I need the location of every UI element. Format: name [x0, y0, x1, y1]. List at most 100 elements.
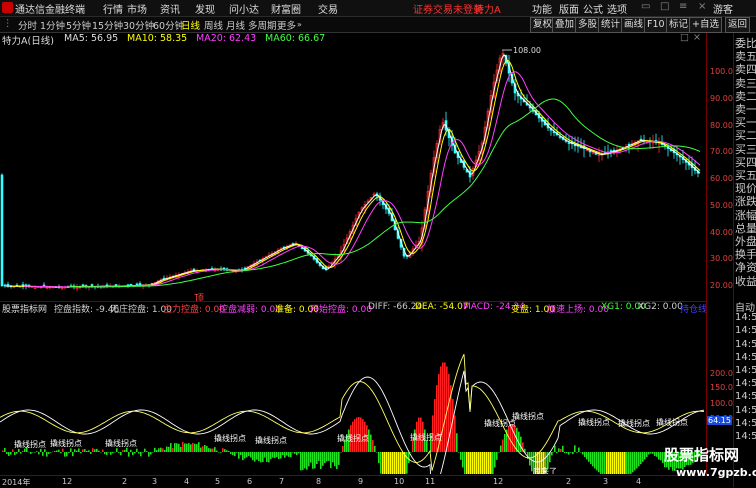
- btn-huaxian[interactable]: 画线: [621, 17, 647, 33]
- btn-tongji[interactable]: 统计: [598, 17, 624, 33]
- date-tick: 11: [425, 477, 436, 486]
- menu-caifuquan[interactable]: 财富圈: [271, 1, 301, 16]
- date-tick: 10: [394, 477, 405, 486]
- side-panel-item: 14:5: [735, 338, 756, 350]
- period-30min[interactable]: 30分钟: [123, 18, 154, 32]
- date-axis: 2014年 12 2 3 4 5 6 7 8 9 10 11 12 2 3 4: [0, 475, 706, 488]
- indicator-chart[interactable]: 撬线拐点 撬线拐点 撬线拐点撬线拐点 撬线拐点 撬线拐点 撬线拐点撬线拐点撬线拐点撬线拐点…: [0, 314, 706, 474]
- close-icon[interactable]: ×: [698, 1, 706, 12]
- side-panel-item: 14:5: [735, 365, 756, 376]
- more-arrow-icon[interactable]: »: [297, 20, 302, 29]
- btn-duogu[interactable]: 多股: [575, 17, 601, 33]
- app-logo-icon: [2, 2, 13, 13]
- price-tick: 50.00: [710, 201, 733, 210]
- signal-label: 撬线拐点: [14, 439, 46, 449]
- period-60min[interactable]: 60分钟: [153, 18, 184, 32]
- signal-label: 撬线拐点: [255, 435, 287, 445]
- date-tick: 6: [247, 477, 253, 486]
- date-tick: 12: [493, 477, 504, 486]
- signal-label: 撬线拐点: [337, 433, 369, 443]
- menu-wenxiaoda[interactable]: 问小达: [229, 1, 259, 16]
- date-tick: 12: [62, 477, 73, 486]
- date-tick: 3: [152, 477, 158, 486]
- candlestick-chart[interactable]: 108.00 顶: [0, 45, 706, 301]
- indicator-item-7: DEA: -54.07: [415, 302, 469, 312]
- signal-label: 撬线拐点: [656, 417, 688, 427]
- signal-label: 撬线拐点: [618, 418, 650, 428]
- price-tick: 20.00: [710, 281, 733, 290]
- signal-label: 底来了: [533, 466, 557, 474]
- menu-xuanxiang[interactable]: 选项: [607, 1, 627, 16]
- menu-gongneng[interactable]: 功能: [532, 1, 552, 16]
- toolbar-handle-icon: ⋮: [3, 18, 13, 29]
- price-tick: 60.00: [710, 174, 733, 183]
- stock-name: 特力A: [474, 5, 501, 16]
- peak-price-label: 108.00: [513, 46, 541, 55]
- btn-back[interactable]: 返回: [725, 17, 751, 33]
- date-tick: 4: [636, 477, 642, 486]
- panel-close-icon[interactable]: ×: [693, 32, 701, 43]
- signal-label: 撬线拐点: [214, 433, 246, 443]
- period-more[interactable]: 更多: [277, 18, 296, 32]
- price-tick: 30.00: [710, 254, 733, 263]
- indicator-tick: 200.0: [710, 369, 733, 378]
- indicator-item-12: XG2: 0.00: [638, 302, 683, 312]
- minimize-icon[interactable]: ▭: [641, 1, 650, 12]
- side-panel-item: 14:5: [735, 325, 756, 337]
- app-name: 通达信金融终端: [15, 5, 85, 16]
- menu-jiaoyi[interactable]: 交易: [318, 1, 338, 16]
- menu-shichang[interactable]: 市场: [127, 1, 147, 16]
- signal-label: 撬线拐点: [410, 432, 442, 442]
- side-panel-item: 14:5: [735, 431, 756, 442]
- date-tick: 2: [566, 477, 572, 486]
- menu-hangqing[interactable]: 行情: [103, 1, 123, 16]
- period-1min[interactable]: 1分钟: [40, 18, 65, 32]
- ma-info-bar: 特力A(日线) MA5: 56.95 MA10: 58.35 MA20: 62.…: [0, 32, 706, 47]
- period-daily[interactable]: 日线: [181, 18, 200, 32]
- period-multi[interactable]: 多周期: [248, 18, 277, 32]
- menu-icon[interactable]: ≡: [679, 1, 687, 12]
- ma5-value: MA5: 56.95: [64, 33, 119, 44]
- period-5min[interactable]: 5分钟: [66, 18, 91, 32]
- side-panel-item: 14:5: [735, 417, 756, 429]
- signal-label: 撬线拐点: [512, 411, 544, 421]
- quote-side-panel: 委比 卖五 卖四 卖三 卖二 卖一 买一 买二 买三 买四 买五 现价 涨跌 涨幅 总量 外盘 换手 净资 收益 自动…: [733, 33, 756, 487]
- signal-label: 撬线拐点: [50, 438, 82, 448]
- menu-gongshi[interactable]: 公式: [583, 1, 603, 16]
- price-tick: 100.0: [710, 67, 733, 76]
- btn-diejia[interactable]: 叠加: [552, 17, 578, 33]
- period-monthly[interactable]: 月线: [226, 18, 245, 32]
- guest-label[interactable]: 游客: [713, 1, 733, 16]
- btn-f10[interactable]: F10: [644, 17, 668, 33]
- title-bar: 通达信金融终端 行情 市场 资讯 发现 问小达 财富圈 交易 证券交易未登录 特…: [0, 0, 756, 17]
- date-tick: 4: [184, 477, 190, 486]
- menu-faxian[interactable]: 发现: [195, 1, 215, 16]
- panel-restore-icon[interactable]: □: [680, 32, 689, 43]
- date-tick: 2014年: [2, 478, 31, 487]
- period-15min[interactable]: 15分钟: [92, 18, 123, 32]
- price-tick: 80.00: [710, 121, 733, 130]
- price-tick: 40.00: [710, 228, 733, 237]
- indicator-tick: 150.0: [710, 383, 733, 392]
- side-panel-item: 收益: [735, 274, 756, 288]
- btn-biaoji[interactable]: 标记: [666, 17, 692, 33]
- period-fenshi[interactable]: 分时: [18, 18, 37, 32]
- price-scale: 100.0 90.00 80.00 70.00 60.00 50.00 40.00 30.00…: [706, 33, 734, 475]
- menu-zixun[interactable]: 资讯: [160, 1, 180, 16]
- period-toolbar: ⋮ 分时 1分钟 5分钟 15分钟 30分钟 60分钟 日线 周线 月线 多周期…: [0, 17, 756, 33]
- period-weekly[interactable]: 周线: [204, 18, 223, 32]
- date-tick: 5: [215, 477, 221, 486]
- login-notice[interactable]: 证券交易未登录: [413, 1, 483, 16]
- watermark-title: 股票指标网: [664, 446, 740, 464]
- price-tick: 90.00: [710, 94, 733, 103]
- price-tick: 70.00: [710, 147, 733, 156]
- date-tick: 2: [122, 477, 128, 486]
- signal-label: 撬线拐点: [578, 417, 610, 427]
- side-panel-item: 14:5: [735, 404, 756, 416]
- side-panel-item: 14:5: [735, 378, 756, 390]
- btn-add-watch[interactable]: +自选: [689, 17, 722, 33]
- watermark-url: www.7gpzb.com: [676, 466, 756, 479]
- menu-banmian[interactable]: 版面: [559, 1, 579, 16]
- window-icon[interactable]: □: [660, 1, 669, 12]
- indicator-bar: 股票指标网 控盘指数: -9.46 无庄控盘: 1.00 主力控盘: 0.00 控盘减…: [0, 301, 707, 315]
